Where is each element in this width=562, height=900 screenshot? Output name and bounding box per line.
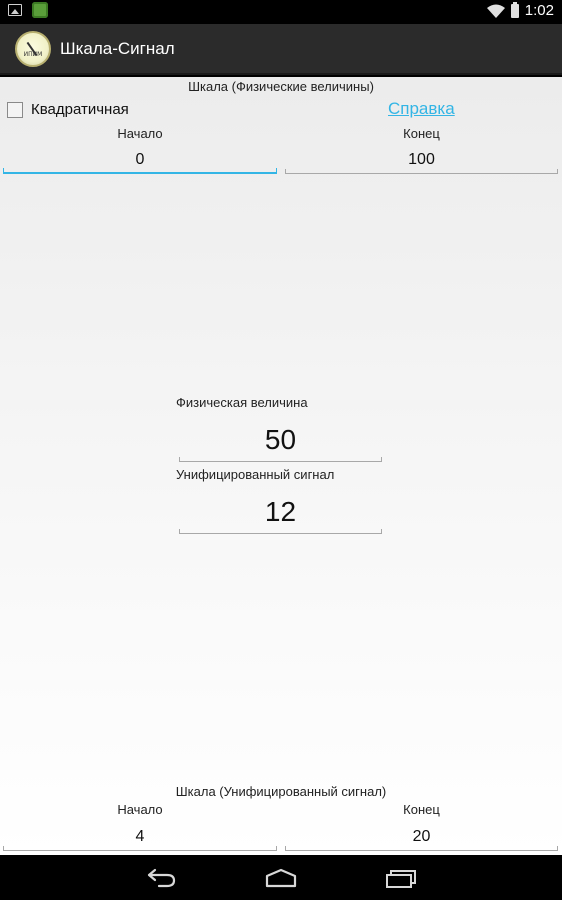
signal-start-label: Начало <box>117 802 163 817</box>
quadratic-checkbox-row[interactable]: Квадратичная <box>7 101 129 118</box>
action-bar: ИПИМ Шкала-Сигнал <box>0 24 562 75</box>
signal-value-input[interactable]: 12 <box>179 491 382 534</box>
recent-apps-icon[interactable] <box>385 867 417 889</box>
physical-start-input[interactable]: 0 <box>3 147 277 174</box>
back-icon[interactable] <box>145 867 177 889</box>
physical-value-input[interactable]: 50 <box>179 419 382 462</box>
image-notification-icon <box>8 4 22 16</box>
signal-end-input[interactable]: 20 <box>285 824 558 851</box>
signal-value-label: Унифицированный сигнал <box>176 467 335 482</box>
status-time: 1:02 <box>524 2 554 19</box>
physical-end-label: Конец <box>403 126 440 141</box>
physical-value-label: Физическая величина <box>176 395 308 410</box>
status-bar: 1:02 <box>0 0 562 24</box>
signal-end-label: Конец <box>403 802 440 817</box>
physical-scale-title: Шкала (Физические величины) <box>188 79 374 94</box>
navigation-bar <box>0 855 562 900</box>
physical-end-input[interactable]: 100 <box>285 147 558 174</box>
app-title: Шкала-Сигнал <box>60 38 175 58</box>
signal-start-input[interactable]: 4 <box>3 824 277 851</box>
home-icon[interactable] <box>265 867 297 889</box>
quadratic-label[interactable]: Квадратичная <box>31 101 129 118</box>
battery-icon <box>510 1 519 18</box>
main-content: Шкала (Физические величины) Квадратичная… <box>0 77 562 855</box>
app-logo-text: ИПИМ <box>23 50 43 58</box>
signal-scale-title: Шкала (Унифицированный сигнал) <box>175 784 387 799</box>
app-logo-icon[interactable]: ИПИМ <box>15 30 51 67</box>
wifi-icon <box>486 4 505 18</box>
app-notification-icon <box>32 2 48 18</box>
quadratic-checkbox[interactable] <box>7 101 23 118</box>
help-link[interactable]: Справка <box>388 99 455 119</box>
physical-start-label: Начало <box>117 126 163 141</box>
